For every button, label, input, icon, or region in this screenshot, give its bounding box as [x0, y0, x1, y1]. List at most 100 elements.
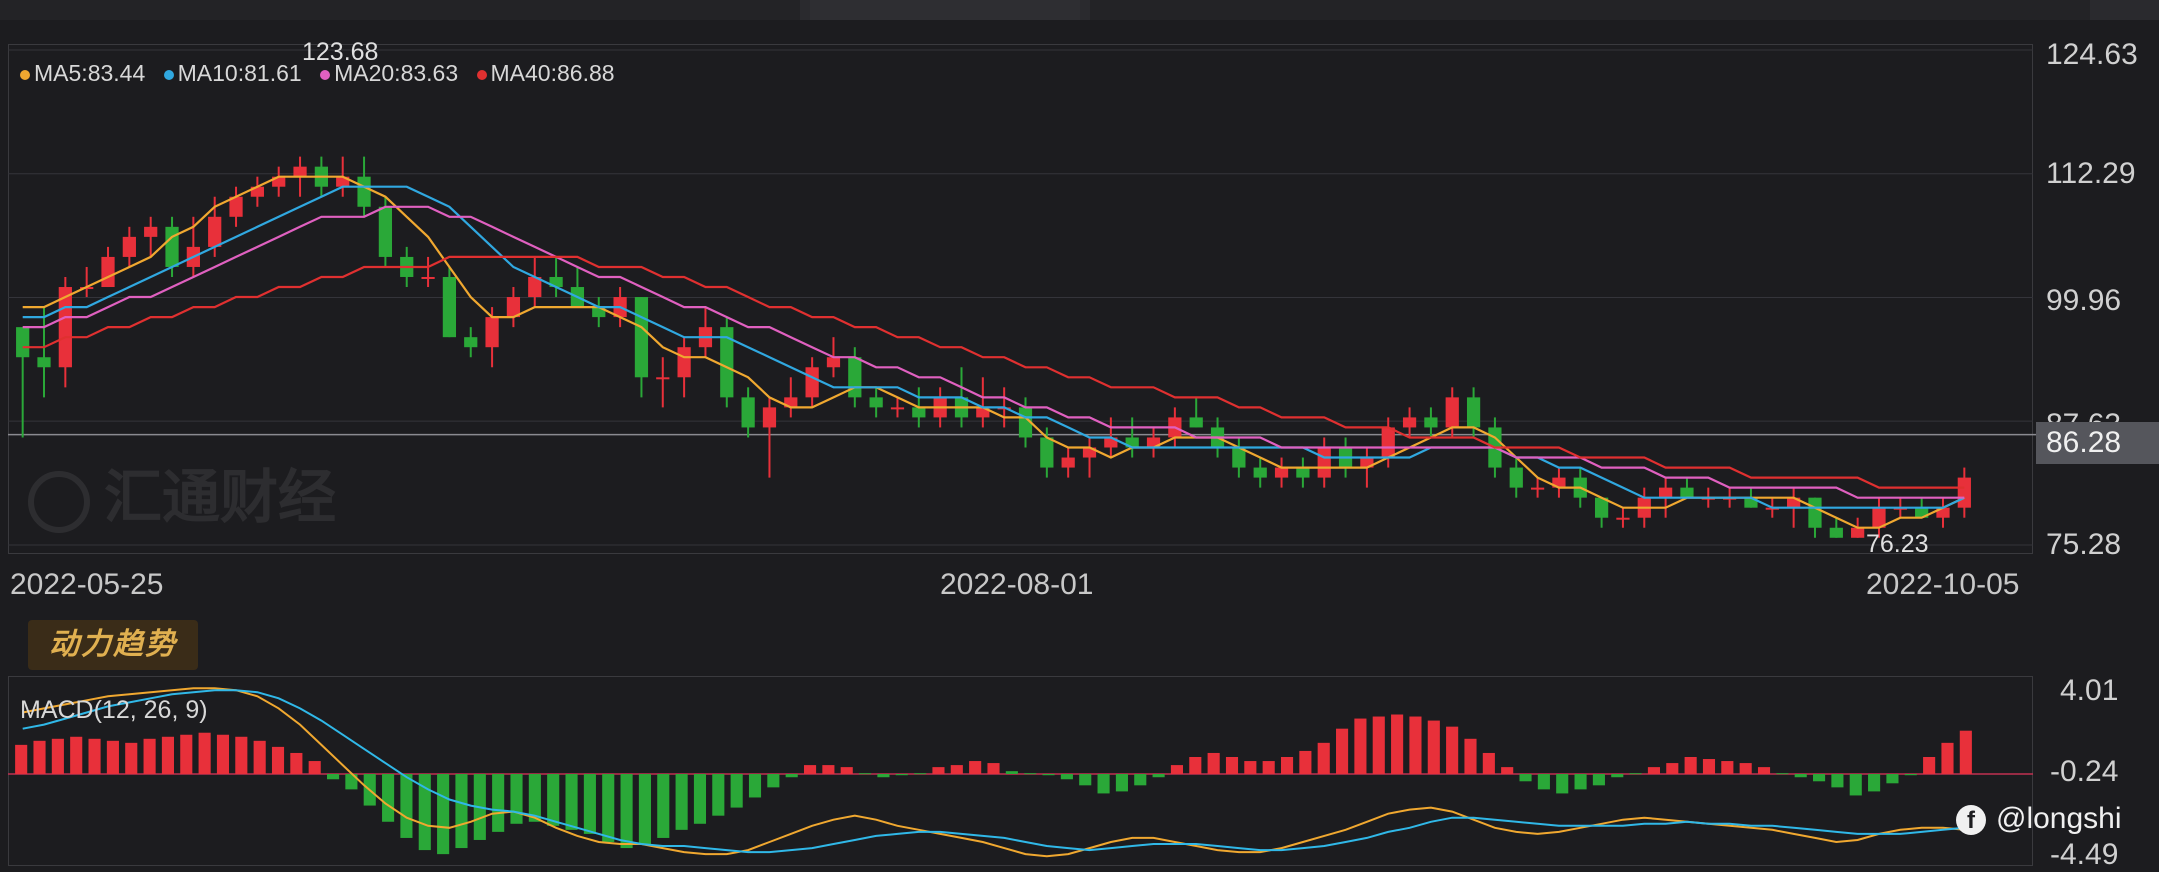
- candle-body: [1658, 487, 1673, 498]
- candle-body: [634, 297, 649, 378]
- macd-histogram-bar: [712, 774, 725, 816]
- macd-histogram-bar: [1391, 714, 1404, 774]
- macd-histogram-bar: [290, 752, 303, 774]
- indicator-tab-button[interactable]: 动力趋势: [28, 620, 198, 670]
- candle-body: [208, 216, 222, 247]
- ma-line-ma20: [22, 205, 1965, 499]
- macd-histogram-bar: [1060, 774, 1073, 780]
- candle-body: [421, 276, 435, 279]
- macd-histogram-bar: [1592, 774, 1605, 786]
- macd-histogram-bar: [932, 767, 945, 774]
- macd-histogram-bar: [1225, 757, 1239, 774]
- macd-histogram-bar: [455, 774, 468, 849]
- candle-body: [1509, 467, 1523, 488]
- candle-body: [1189, 417, 1203, 428]
- candle-body: [1296, 467, 1310, 478]
- candle-body: [293, 166, 307, 177]
- macd-histogram-bar: [326, 774, 340, 780]
- candle-body: [1829, 527, 1843, 538]
- candle-body: [656, 377, 670, 380]
- candle-body: [1957, 477, 1971, 508]
- macd-histogram-bar: [1794, 774, 1807, 778]
- legend-ma10: MA10:81.61: [163, 60, 302, 86]
- macd-histogram-bar: [1611, 774, 1624, 778]
- macd-y-tick-label: -0.24: [2050, 755, 2119, 788]
- macd-histogram-bar: [33, 740, 46, 774]
- candle-body: [1445, 397, 1459, 428]
- low-price-label: 76.23: [1866, 530, 1929, 558]
- last-price-badge: 86.28: [2036, 422, 2159, 464]
- macd-histogram-bar: [1666, 763, 1679, 774]
- legend-ma5-name: MA5: [34, 60, 82, 86]
- macd-histogram-bar: [510, 774, 523, 824]
- macd-histogram-bar: [1024, 773, 1037, 775]
- macd-histogram-bar: [822, 765, 835, 774]
- macd-histogram-bar: [271, 746, 285, 774]
- macd-histogram-bar: [638, 774, 651, 845]
- macd-histogram-bar: [987, 763, 1000, 774]
- candle-body: [912, 407, 926, 418]
- candle-body: [1530, 487, 1545, 490]
- candle-body: [1808, 497, 1822, 528]
- macd-histogram-bar: [1721, 761, 1734, 774]
- macd-histogram-bar: [1170, 765, 1184, 774]
- y-tick-label: 124.63: [2046, 38, 2138, 71]
- macd-histogram-bar: [1849, 774, 1862, 796]
- candle-body: [464, 337, 478, 348]
- macd-histogram-bar: [1923, 757, 1936, 774]
- macd-histogram-bar: [161, 736, 174, 774]
- macd-histogram-bar: [1207, 752, 1220, 774]
- legend-ma5: MA5:83.44: [20, 60, 145, 86]
- macd-histogram-bar: [198, 732, 211, 774]
- high-price-label: 123.68: [302, 38, 379, 66]
- y-tick-label: 75.28: [2046, 528, 2122, 561]
- macd-histogram-bar: [1005, 771, 1018, 774]
- legend-ma20-value: 83.63: [400, 60, 459, 86]
- candle-body: [1274, 467, 1289, 478]
- x-tick-label: 2022-08-01: [940, 568, 1094, 601]
- macd-histogram-bar: [1464, 738, 1477, 774]
- macd-histogram-bar: [1299, 750, 1312, 774]
- legend-ma10-name: MA10: [177, 60, 238, 86]
- candle-body: [1381, 427, 1395, 458]
- macd-histogram-bar: [1280, 757, 1294, 774]
- macd-histogram-bar: [51, 738, 64, 774]
- ma-line-ma40: [22, 255, 1965, 489]
- macd-histogram-bar: [1886, 774, 1899, 784]
- macd-histogram-bar: [767, 774, 780, 788]
- legend-ma10-value: 81.61: [244, 60, 302, 86]
- macd-histogram-bar: [15, 744, 28, 774]
- macd-histogram-bar: [620, 774, 633, 849]
- macd-histogram-bar: [382, 774, 395, 822]
- macd-histogram-bar: [400, 774, 413, 838]
- macd-histogram-bar: [840, 767, 853, 774]
- candle-body: [144, 226, 158, 237]
- candle-body: [165, 226, 179, 267]
- x-tick-label: 2022-05-25: [10, 568, 164, 601]
- candle-body: [485, 317, 499, 348]
- ma-line-ma10: [22, 185, 1965, 509]
- macd-histogram-bar: [253, 740, 266, 774]
- macd-histogram-bar: [914, 773, 927, 775]
- macd-histogram-bar: [308, 761, 321, 774]
- macd-histogram-bar: [1501, 767, 1514, 774]
- macd-histogram-bar: [88, 738, 101, 774]
- y-tick-label: 112.29: [2046, 157, 2136, 190]
- candle-body: [1402, 417, 1417, 428]
- macd-histogram-bar: [1372, 716, 1385, 774]
- candle-body: [848, 357, 862, 398]
- macd-histogram-bar: [1904, 774, 1917, 776]
- candle-body: [1061, 457, 1075, 468]
- candle-body: [762, 407, 777, 428]
- candle-body: [16, 327, 30, 358]
- macd-histogram-bar: [565, 774, 578, 830]
- candle-body: [1253, 467, 1267, 478]
- macd-histogram-bar: [1189, 757, 1202, 774]
- macd-histogram-bar: [1482, 752, 1495, 774]
- y-tick-label: 99.96: [2046, 284, 2122, 317]
- price-chart-svg: [8, 49, 2036, 858]
- candle-body: [869, 397, 883, 408]
- ma-line-ma5: [22, 175, 1965, 529]
- candle-body: [1680, 487, 1694, 498]
- macd-histogram-bar: [1427, 720, 1440, 774]
